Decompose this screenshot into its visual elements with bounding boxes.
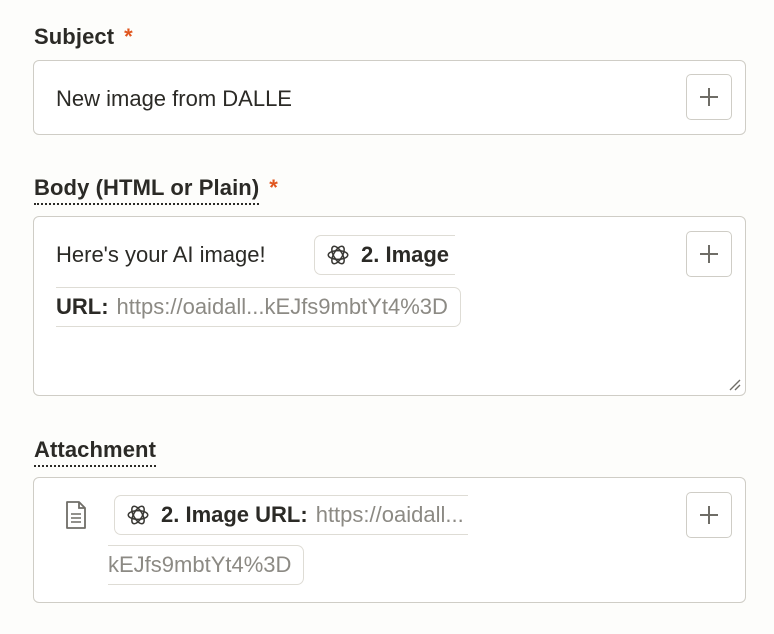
plus-icon: [700, 506, 718, 524]
subject-field[interactable]: New image from DALLE: [33, 60, 746, 135]
attachment-token-title: 2. Image URL:: [161, 502, 308, 527]
attachment-token-value-1: https://oaidall...: [315, 502, 464, 527]
body-token-part2[interactable]: URL: https://oaidall...kEJfs9mbtYt4%3D: [56, 287, 461, 327]
attachment-token-part1[interactable]: 2. Image URL: https://oaidall...: [114, 495, 468, 535]
required-mark: *: [124, 24, 133, 49]
subject-insert-button[interactable]: [686, 74, 732, 120]
attachment-insert-button[interactable]: [686, 492, 732, 538]
body-token-title-1: 2. Image: [361, 242, 450, 267]
body-text: Here's your AI image!: [56, 242, 266, 267]
file-icon: [66, 501, 86, 529]
body-insert-button[interactable]: [686, 231, 732, 277]
attachment-label: Attachment: [34, 437, 157, 467]
body-token-title-2: URL:: [56, 294, 109, 319]
body-field[interactable]: Here's your AI image! 2. Image URL: http…: [33, 216, 746, 396]
plus-icon: [700, 88, 718, 106]
plus-icon: [700, 245, 718, 263]
required-mark: *: [269, 175, 278, 200]
attachment-token-part2[interactable]: kEJfs9mbtYt4%3D: [108, 545, 305, 585]
openai-icon: [127, 505, 149, 525]
subject-label: Subject *: [34, 24, 133, 49]
body-token-value: https://oaidall...kEJfs9mbtYt4%3D: [116, 294, 448, 319]
subject-value: New image from DALLE: [56, 86, 292, 111]
attachment-field[interactable]: 2. Image URL: https://oaidall... kEJfs9m…: [33, 477, 746, 603]
body-label: Body (HTML or Plain) *: [34, 175, 278, 205]
openai-icon: [327, 245, 349, 265]
resize-handle-icon[interactable]: [727, 377, 741, 391]
attachment-token-value-2: kEJfs9mbtYt4%3D: [108, 552, 292, 577]
body-token-part1[interactable]: 2. Image: [314, 235, 456, 275]
